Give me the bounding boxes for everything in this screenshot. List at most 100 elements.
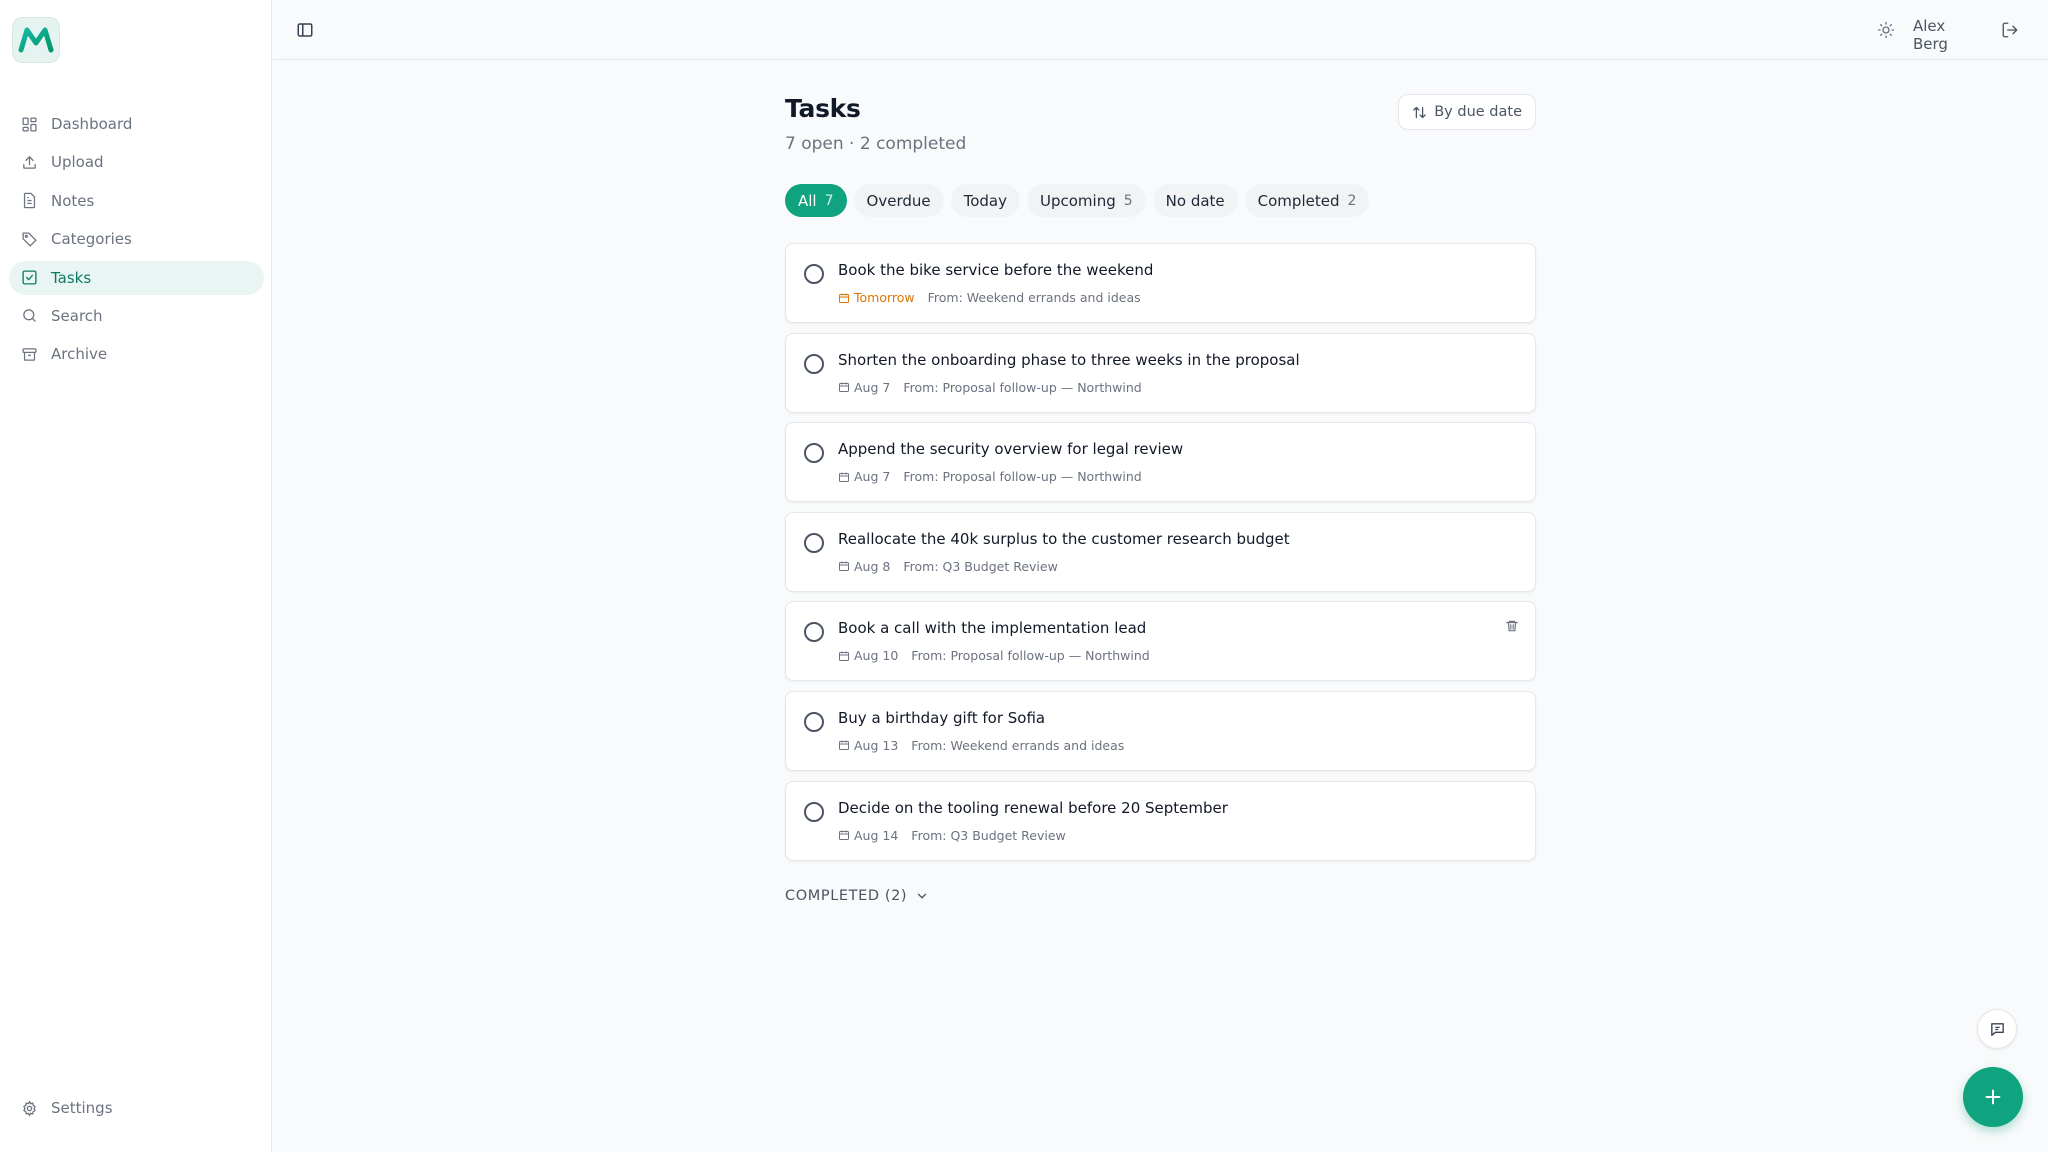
task-meta: Aug 13 From: Weekend errands and ideas <box>838 738 1124 753</box>
sidebar-item-label: Tasks <box>51 268 92 287</box>
task-source[interactable]: From: Weekend errands and ideas <box>911 738 1124 753</box>
calendar-icon <box>839 651 849 661</box>
delete-task-button[interactable] <box>1505 618 1519 637</box>
search-icon <box>23 309 36 323</box>
task-title[interactable]: Shorten the onboarding phase to three we… <box>838 351 1300 369</box>
gear-icon <box>23 1100 36 1116</box>
filter-tab-label: Completed <box>1257 191 1340 210</box>
task-item[interactable]: Append the security overview for legal r… <box>785 422 1536 503</box>
theme-toggle-button[interactable] <box>1874 18 1898 42</box>
task-item[interactable]: Book a call with the implementation lead… <box>785 601 1536 682</box>
sidebar-item-upload[interactable]: Upload <box>9 145 264 179</box>
task-title[interactable]: Decide on the tooling renewal before 20 … <box>838 799 1228 817</box>
sun-icon <box>1877 21 1895 39</box>
sidebar-item-search[interactable]: Search <box>9 299 264 333</box>
checkbox-icon <box>22 270 37 285</box>
filter-tab-label: Upcoming <box>1040 191 1116 210</box>
completed-section-toggle[interactable]: COMPLETED (2) <box>785 888 929 904</box>
notes-icon <box>23 193 36 209</box>
task-source[interactable]: From: Weekend errands and ideas <box>928 290 1141 305</box>
plus-icon <box>1985 1089 2001 1105</box>
task-checkbox[interactable] <box>804 622 824 643</box>
app-logo[interactable] <box>12 17 60 63</box>
filter-tab-count: 5 <box>1123 192 1133 209</box>
task-due-date: Aug 10 <box>838 648 898 663</box>
task-checkbox[interactable] <box>804 532 824 553</box>
filter-tab-label: Today <box>963 191 1007 210</box>
filter-tab-label: No date <box>1165 191 1225 210</box>
sidebar-item-tasks[interactable]: Tasks <box>9 260 264 295</box>
add-task-button[interactable] <box>1963 1067 2023 1127</box>
task-source[interactable]: From: Q3 Budget Review <box>911 828 1065 843</box>
filter-tab-upcoming[interactable]: Upcoming 5 <box>1027 184 1146 217</box>
sidebar-item-label: Notes <box>51 191 95 210</box>
task-list: Book the bike service before the weekend… <box>785 243 1536 870</box>
sidebar-toggle-icon <box>297 23 313 37</box>
upload-icon <box>23 155 36 169</box>
task-checkbox[interactable] <box>804 711 824 732</box>
task-due-text: Aug 10 <box>854 648 899 664</box>
filter-tab-label: All <box>798 191 817 210</box>
filter-tab-today[interactable]: Today <box>950 184 1020 217</box>
filter-tabs: All 7 Overdue Today Upcoming 5 No date C… <box>785 184 1370 217</box>
task-due-text: Aug 7 <box>854 379 891 395</box>
task-checkbox[interactable] <box>804 264 824 284</box>
sidebar-item-label: Categories <box>51 230 132 249</box>
task-item[interactable]: Buy a birthday gift for Sofia Aug 13 Fro… <box>785 690 1536 771</box>
filter-tab-label: Overdue <box>866 191 931 210</box>
task-meta: Aug 8 From: Q3 Budget Review <box>838 559 1058 574</box>
tag-icon <box>22 232 37 247</box>
calendar-icon <box>839 472 849 482</box>
task-due-text: Tomorrow <box>854 290 915 305</box>
feedback-button[interactable] <box>1977 1009 2017 1049</box>
filter-tab-completed[interactable]: Completed 2 <box>1244 184 1370 217</box>
task-item[interactable]: Reallocate the 40k surplus to the custom… <box>785 511 1536 592</box>
sidebar-item-label: Search <box>51 306 103 325</box>
sidebar-item-notes[interactable]: Notes <box>9 184 264 218</box>
filter-tab-overdue[interactable]: Overdue <box>853 184 944 217</box>
sidebar-item-archive[interactable]: Archive <box>9 337 264 371</box>
sidebar-item-label: Settings <box>51 1099 113 1117</box>
task-checkbox[interactable] <box>804 801 824 822</box>
task-title[interactable]: Append the security overview for legal r… <box>838 440 1183 458</box>
calendar-icon <box>839 382 849 393</box>
calendar-icon <box>839 830 849 841</box>
task-item[interactable]: Decide on the tooling renewal before 20 … <box>785 780 1536 861</box>
task-summary: 7 open · 2 completed <box>785 134 967 154</box>
task-source[interactable]: From: Q3 Budget Review <box>903 559 1057 574</box>
sidebar-toggle-button[interactable] <box>293 18 317 42</box>
sidebar-item-settings[interactable]: Settings <box>9 1091 264 1125</box>
task-due-date: Aug 13 <box>838 738 898 753</box>
filter-tab-all[interactable]: All 7 <box>785 184 847 217</box>
task-item[interactable]: Shorten the onboarding phase to three we… <box>785 332 1536 413</box>
task-due-text: Aug 14 <box>854 827 899 843</box>
logout-button[interactable] <box>1997 17 2023 43</box>
task-source[interactable]: From: Proposal follow-up — Northwind <box>903 469 1141 484</box>
task-source[interactable]: From: Proposal follow-up — Northwind <box>911 648 1149 663</box>
sidebar-item-dashboard[interactable]: Dashboard <box>9 107 264 141</box>
task-title[interactable]: Book a call with the implementation lead <box>838 619 1146 637</box>
task-source[interactable]: From: Proposal follow-up — Northwind <box>903 380 1141 395</box>
task-title[interactable]: Book the bike service before the weekend <box>838 261 1153 279</box>
message-icon <box>1990 1022 2004 1036</box>
task-checkbox[interactable] <box>804 443 824 464</box>
task-title[interactable]: Buy a birthday gift for Sofia <box>838 709 1045 727</box>
sort-label: By due date <box>1434 104 1522 120</box>
task-meta: Aug 14 From: Q3 Budget Review <box>838 828 1066 843</box>
completed-section-label: COMPLETED (2) <box>785 888 908 904</box>
task-item[interactable]: Book the bike service before the weekend… <box>785 243 1536 323</box>
task-title[interactable]: Reallocate the 40k surplus to the custom… <box>838 530 1290 548</box>
logo-icon <box>18 27 54 53</box>
filter-tab-no-date[interactable]: No date <box>1152 184 1238 217</box>
sort-button[interactable]: By due date <box>1398 94 1536 130</box>
sidebar-item-categories[interactable]: Categories <box>9 222 264 256</box>
dashboard-icon <box>22 116 37 132</box>
sidebar-item-label: Archive <box>51 345 108 364</box>
sidebar-nav: Dashboard Upload Notes Categories Tasks … <box>9 107 264 376</box>
user-name[interactable]: Alex Berg <box>1913 17 1948 53</box>
task-checkbox[interactable] <box>804 353 824 374</box>
task-due-date: Aug 14 <box>838 828 898 843</box>
task-meta: Aug 7 From: Proposal follow-up — Northwi… <box>838 380 1142 395</box>
task-due-date: Aug 7 <box>838 380 890 395</box>
page-title: Tasks <box>785 94 861 123</box>
